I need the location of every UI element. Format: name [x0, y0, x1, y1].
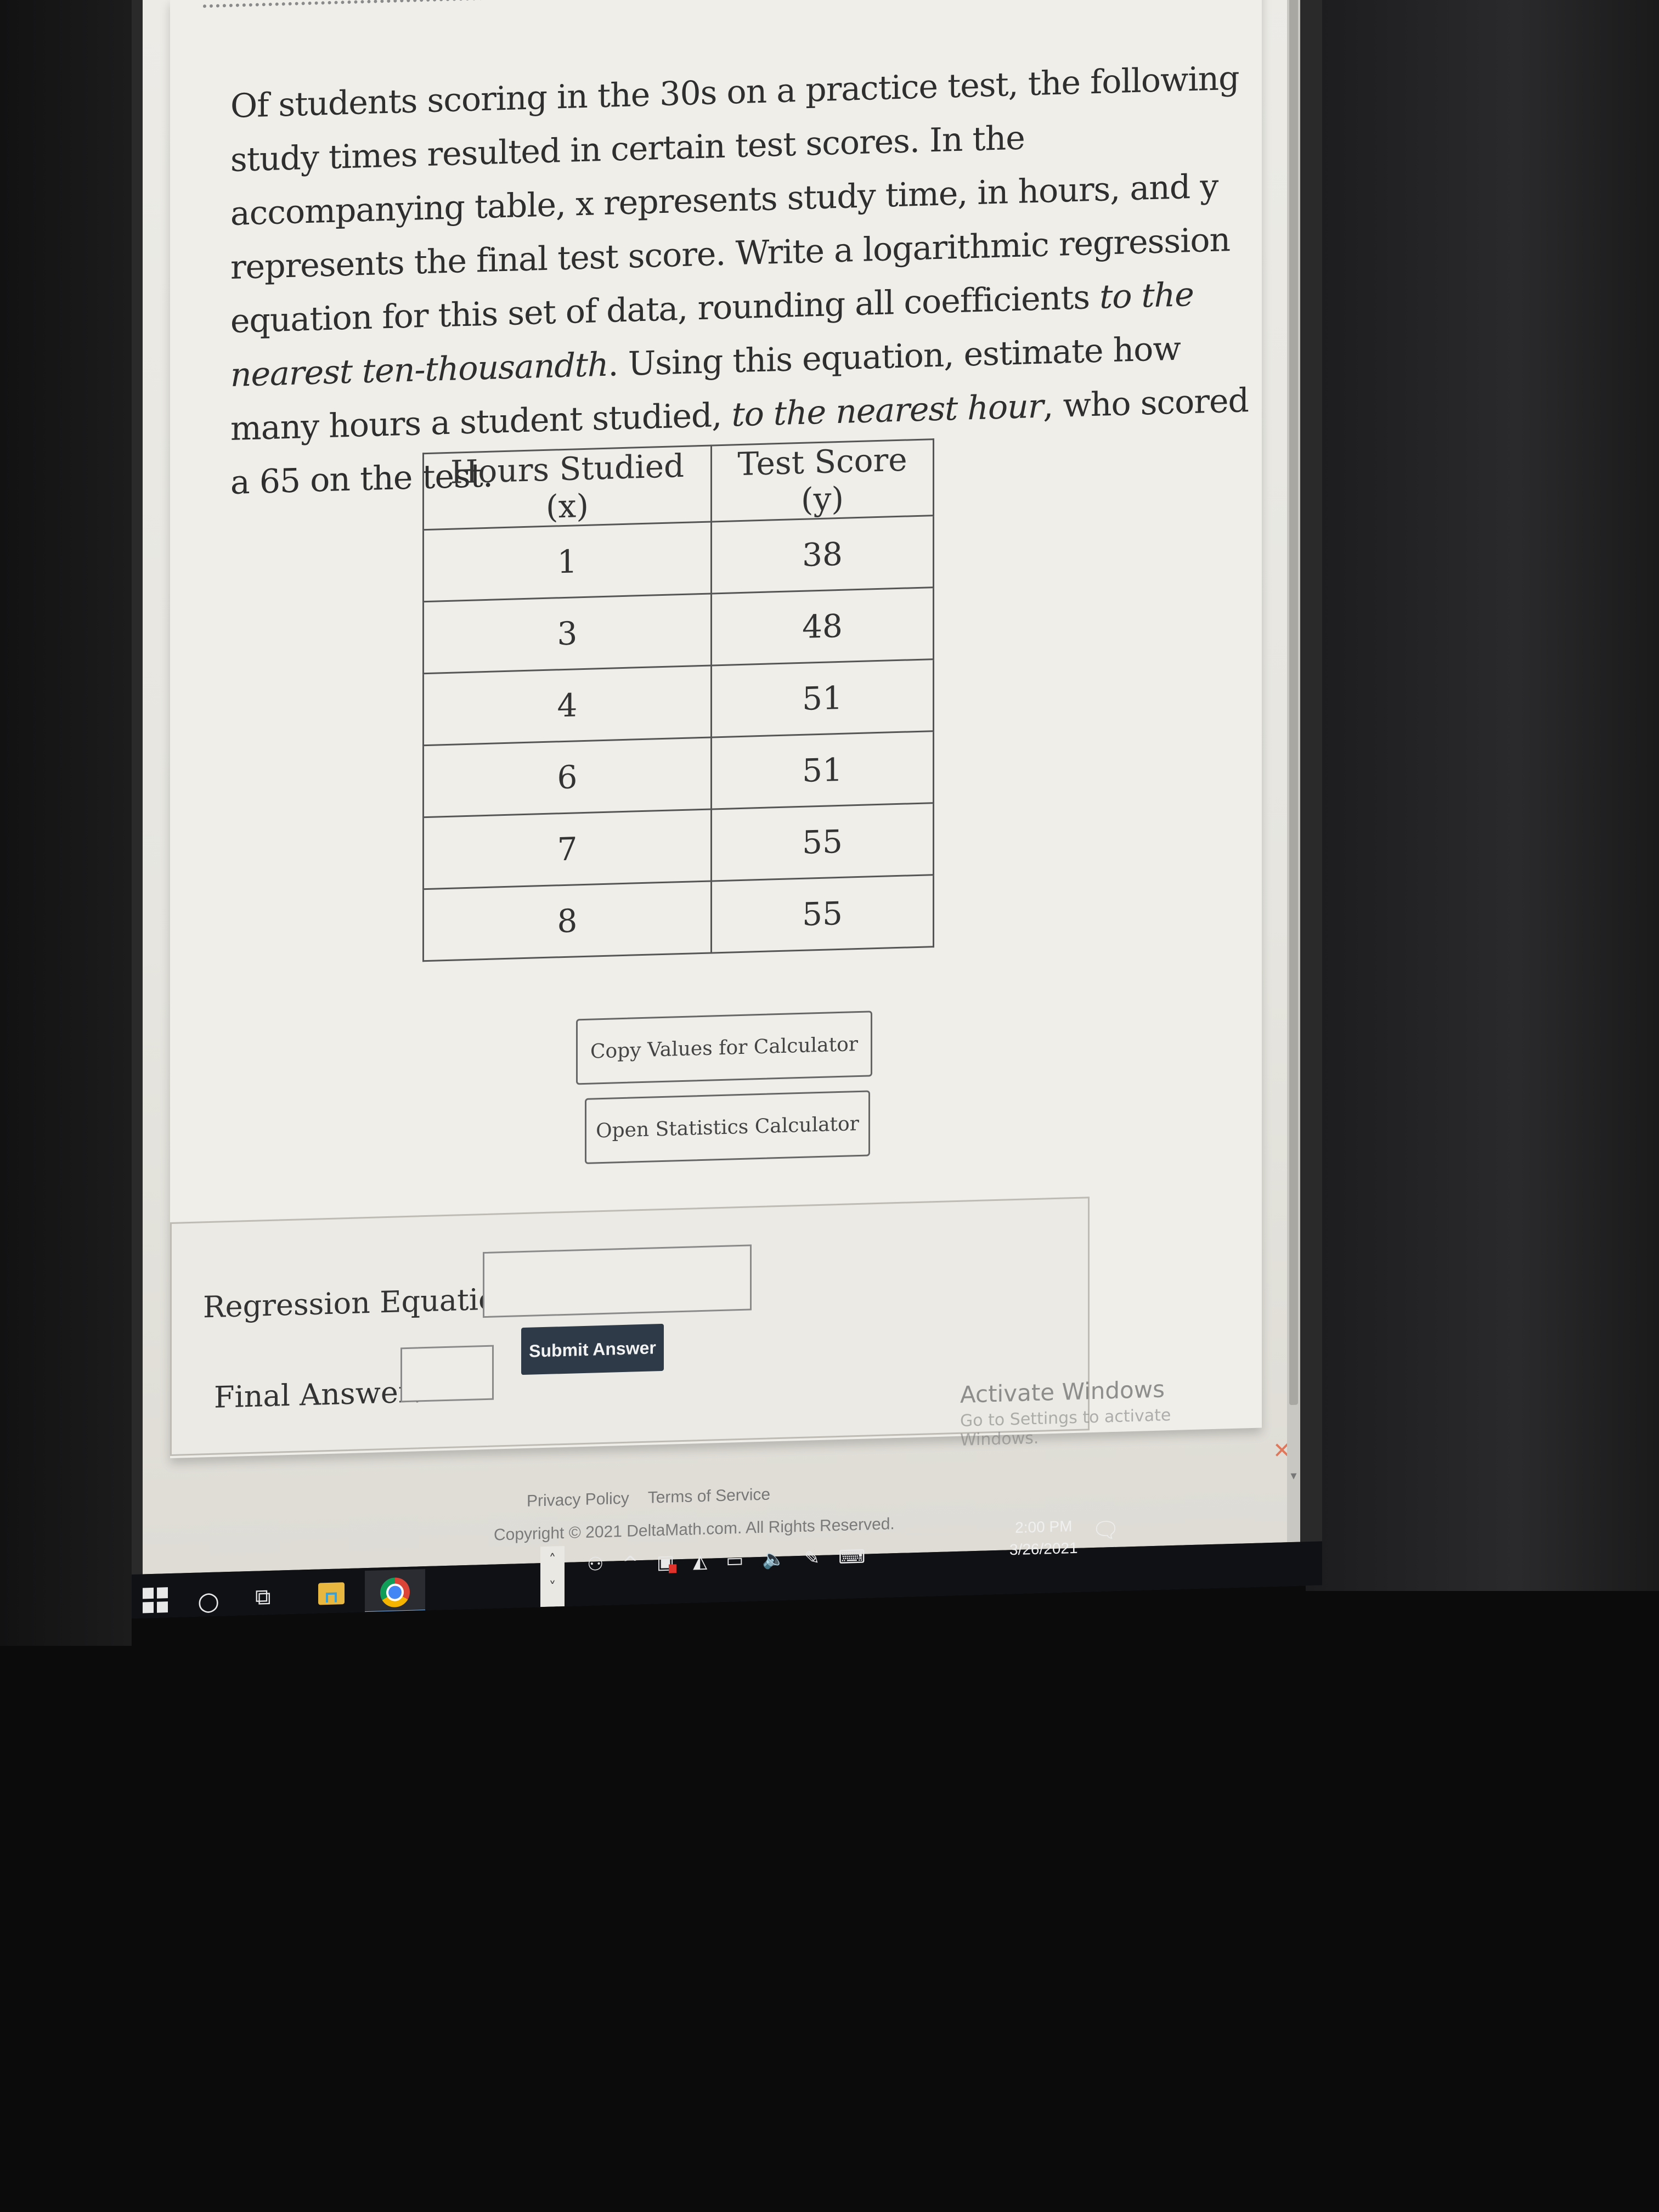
security-warning-icon[interactable]: ▣ [657, 1551, 674, 1573]
file-explorer-icon[interactable] [318, 1582, 345, 1605]
submit-answer-button[interactable]: Submit Answer [521, 1323, 664, 1375]
table-row: 4 51 [423, 659, 934, 746]
browser-page: Of students scoring in the 30s on a prac… [143, 0, 1300, 1575]
scroll-down-icon[interactable]: ▾ [1289, 1469, 1298, 1483]
cell-hours: 3 [423, 593, 712, 674]
system-tray: ⚇ ^ ▣ ◭ ▭ 🔈 ✎ ⌨ [587, 1532, 865, 1589]
cell-hours: 1 [423, 521, 712, 602]
final-answer-label: Final Answer: [214, 1374, 422, 1415]
background-right [1306, 0, 1659, 1591]
battery-icon[interactable]: ▭ [726, 1549, 743, 1572]
privacy-policy-link[interactable]: Privacy Policy [527, 1489, 629, 1511]
clock-time: 2:00 PM [1015, 1517, 1073, 1537]
table-row: 6 51 [423, 731, 934, 817]
activate-title: Activate Windows [960, 1375, 1165, 1408]
monitor-bezel-left [0, 0, 132, 1646]
people-icon[interactable]: ⚇ [587, 1553, 603, 1576]
cell-hours: 4 [423, 665, 712, 746]
cell-hours: 6 [423, 737, 712, 817]
table-row: 7 55 [423, 803, 934, 889]
windows-start-icon[interactable] [143, 1587, 170, 1615]
top-divider [203, 0, 1245, 8]
table-row: 8 55 [423, 874, 934, 961]
taskbar-clock[interactable]: 2:00 PM 3/26/2021 [1009, 1515, 1078, 1561]
cell-score: 38 [711, 515, 934, 594]
activate-windows-watermark: Activate Windows Go to Settings to activ… [960, 1375, 1171, 1449]
active-app-indicator [365, 1610, 425, 1615]
table-row: 1 38 [423, 515, 934, 602]
regression-equation-input[interactable] [483, 1244, 752, 1318]
terms-of-service-link[interactable]: Terms of Service [648, 1485, 770, 1507]
chrome-icon [380, 1577, 410, 1608]
page-scrollbar[interactable]: ▾ [1287, 0, 1300, 1543]
question-part-1: Of students scoring in the 30s on a prac… [230, 59, 1239, 341]
copy-values-button[interactable]: Copy Values for Calculator [576, 1011, 872, 1085]
volume-icon[interactable]: 🔈 [762, 1548, 785, 1571]
pen-icon[interactable]: ✎ [804, 1547, 820, 1570]
screen: Of students scoring in the 30s on a prac… [132, 0, 1322, 1618]
final-answer-input[interactable] [400, 1345, 494, 1403]
cell-score: 51 [711, 731, 934, 809]
touch-keyboard-icon[interactable]: ⌨ [838, 1546, 865, 1568]
scroll-up-icon[interactable]: ˄ [540, 1546, 565, 1574]
task-view-icon[interactable]: ⧉ [255, 1584, 271, 1610]
question-text: Of students scoring in the 30s on a prac… [230, 50, 1262, 510]
taskbar-scroll-control[interactable]: ˄ ˅ [540, 1545, 565, 1607]
clock-date: 3/26/2021 [1009, 1539, 1078, 1559]
scrollbar-thumb[interactable] [1289, 0, 1298, 1406]
table-header-row: Hours Studied (x) Test Score (y) [423, 439, 934, 530]
scroll-down-icon[interactable]: ˅ [540, 1573, 565, 1601]
cell-score: 55 [711, 874, 934, 953]
cell-hours: 8 [423, 881, 712, 961]
problem-card: Of students scoring in the 30s on a prac… [170, 0, 1262, 1459]
cell-score: 55 [711, 803, 934, 881]
action-center-icon[interactable]: 🗨 [1092, 1517, 1120, 1543]
cortana-search-icon[interactable]: ○ [198, 1586, 219, 1616]
chrome-taskbar-button[interactable] [365, 1569, 425, 1615]
table-row: 3 48 [423, 587, 934, 674]
network-icon[interactable]: ◭ [693, 1550, 707, 1573]
header-hours-studied: Hours Studied (x) [423, 445, 712, 530]
cell-hours: 7 [423, 809, 712, 889]
cell-score: 51 [711, 659, 934, 737]
footer-links: Privacy Policy Terms of Service [527, 1485, 770, 1510]
show-hidden-icons-icon[interactable]: ^ [622, 1552, 638, 1575]
cell-score: 48 [711, 587, 934, 665]
data-table: Hours Studied (x) Test Score (y) 1 38 3 … [422, 438, 934, 962]
question-emphasis-hour: to the nearest hour [731, 387, 1043, 435]
open-statistics-calculator-button[interactable]: Open Statistics Calculator [585, 1090, 870, 1164]
header-test-score: Test Score (y) [711, 439, 934, 522]
